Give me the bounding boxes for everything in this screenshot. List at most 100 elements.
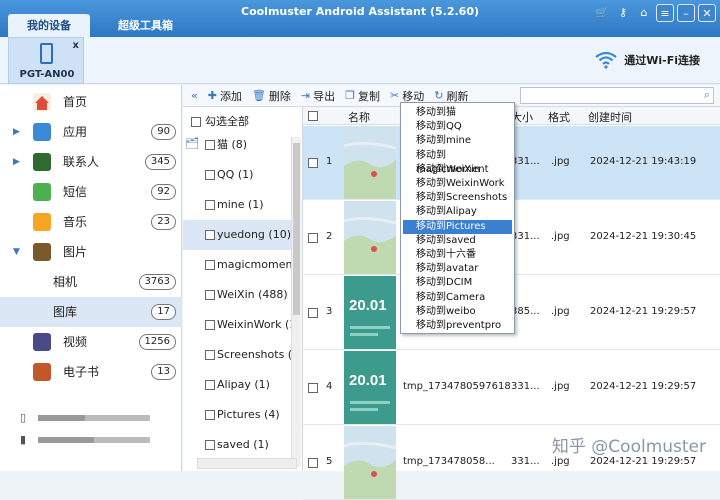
album-checkbox[interactable] (205, 260, 215, 270)
sidebar-item-label: 音乐 (63, 215, 88, 229)
count-badge: 3763 (138, 274, 176, 290)
close-button[interactable]: ✕ (698, 4, 716, 22)
album-item[interactable]: magicmoment (1 (183, 250, 291, 280)
album-checkbox[interactable] (205, 440, 215, 450)
home-icon[interactable]: ⌂ (635, 4, 653, 22)
menu-item[interactable]: 移动到WeixinWork (403, 177, 512, 191)
menu-item[interactable]: 移动到WeiXin (403, 163, 512, 177)
menu-item[interactable]: 移动到Camera (403, 291, 512, 305)
album-checkbox[interactable] (205, 350, 215, 360)
album-item[interactable]: mine (1) (183, 190, 291, 220)
album-checkbox[interactable] (205, 410, 215, 420)
sidebar-item-videos[interactable]: 视频 1256 (0, 327, 182, 357)
sidebar-item-home[interactable]: 首页 (0, 87, 182, 117)
album-checkbox[interactable] (205, 320, 215, 330)
album-item[interactable]: Pictures (4) (183, 400, 291, 430)
menu-item[interactable]: 移动到Alipay (403, 205, 512, 219)
expand-arrow-icon[interactable]: ▶ (13, 147, 20, 177)
photo-thumbnail[interactable]: 20.01 (344, 351, 396, 424)
photo-thumbnail[interactable]: 20.01 (344, 276, 396, 349)
album-hscrollbar[interactable] (197, 458, 297, 469)
search-icon[interactable]: ⌕ (704, 88, 710, 102)
menu-item[interactable]: 移动到saved (403, 234, 512, 248)
menu-item[interactable]: 移动到猫 (403, 106, 512, 120)
cell-size: 331... (511, 231, 540, 242)
album-item[interactable]: yuedong (10) (183, 220, 291, 250)
row-checkbox[interactable] (308, 308, 318, 318)
album-item[interactable]: 猫 (8) (183, 130, 291, 160)
scroll-thumb[interactable] (293, 143, 300, 315)
header-name[interactable]: 名称 (348, 109, 370, 125)
thumbnail-text: 20.01 (349, 297, 387, 314)
collapse-panel-icon[interactable]: « (191, 89, 198, 102)
checkbox[interactable] (191, 117, 201, 127)
cart-icon[interactable]: 🛒 (593, 4, 611, 22)
collapse-arrow-icon[interactable]: ▼ (13, 237, 20, 267)
cell-date: 2024-12-21 19:29:57 (590, 456, 697, 467)
sidebar-item-camera[interactable]: 相机 3763 (0, 267, 182, 297)
key-icon[interactable]: ⚷ (614, 4, 632, 22)
album-item[interactable]: Screenshots (14! (183, 340, 291, 370)
search-input[interactable]: ⌕ (520, 87, 714, 104)
row-checkbox[interactable] (308, 233, 318, 243)
export-button[interactable]: ⇥ 导出 (301, 88, 335, 104)
add-button[interactable]: ✚ 添加 (208, 88, 242, 104)
count-badge: 90 (151, 124, 176, 140)
row-checkbox[interactable] (308, 458, 318, 468)
sidebar-item-contacts[interactable]: ▶ 联系人 345 (0, 147, 182, 177)
sidebar-item-ebooks[interactable]: 电子书 13 (0, 357, 182, 387)
menu-icon[interactable]: ≡ (656, 4, 674, 22)
menu-item[interactable]: 移动到avatar (403, 262, 512, 276)
header-checkbox[interactable] (308, 111, 318, 121)
album-item[interactable]: QQ (1) (183, 160, 291, 190)
minimize-button[interactable]: – (677, 4, 695, 22)
photo-thumbnail[interactable] (344, 201, 396, 274)
album-checkbox[interactable] (205, 140, 215, 150)
menu-item[interactable]: 移动到DCIM (403, 276, 512, 290)
sidebar-item-apps[interactable]: ▶ 应用 90 (0, 117, 182, 147)
window-controls: 🛒 ⚷ ⌂ ≡ – ✕ (593, 4, 716, 22)
album-item[interactable]: saved (1) (183, 430, 291, 460)
copy-icon: ❐ (345, 89, 356, 102)
expand-arrow-icon[interactable]: ▶ (13, 117, 20, 147)
album-scrollbar[interactable] (291, 137, 301, 467)
header-format[interactable]: 格式 (548, 109, 570, 125)
header-created[interactable]: 创建时间 (588, 109, 632, 125)
sidebar-item-photos[interactable]: ▼ 图片 (0, 237, 182, 267)
row-checkbox[interactable] (308, 158, 318, 168)
wifi-connect-button[interactable]: 通过Wi-Fi连接 (594, 51, 700, 69)
copy-button[interactable]: ❐ 复制 (345, 88, 380, 104)
delete-button[interactable]: 🗑 删除 (252, 88, 291, 104)
album-checkbox[interactable] (205, 170, 215, 180)
cell-date: 2024-12-21 19:29:57 (590, 306, 697, 317)
title-bar: 我的设备 超级工具箱 Coolmuster Android Assistant … (0, 0, 720, 37)
album-item[interactable]: Alipay (1) (183, 370, 291, 400)
table-row[interactable]: 4 tmp_1734780597618 331... .jpg 2024-12-21 1… (303, 351, 720, 425)
cell-format: .jpg (551, 231, 570, 242)
menu-item[interactable]: 移动到magicmoment (403, 149, 512, 175)
cell-format: .jpg (551, 381, 570, 392)
menu-item[interactable]: 移动到Pictures (403, 219, 512, 234)
album-checkbox[interactable] (205, 200, 215, 210)
menu-item[interactable]: 移动到mine (403, 134, 512, 148)
album-item[interactable]: WeixinWork (1) (183, 310, 291, 340)
album-checkbox[interactable] (205, 380, 215, 390)
menu-item[interactable]: 移动到weibo (403, 305, 512, 319)
album-label: magicmoment (1 (217, 258, 291, 271)
menu-item[interactable]: 移动到preventpro (403, 319, 512, 333)
album-checkbox[interactable] (205, 230, 215, 240)
menu-item[interactable]: 移动到Screenshots (403, 191, 512, 205)
photo-thumbnail[interactable] (344, 126, 396, 199)
internal-storage-bar: ▯ (20, 411, 160, 424)
sidebar-item-music[interactable]: 音乐 23 (0, 207, 182, 237)
album-item[interactable]: WeiXin (488) (183, 280, 291, 310)
device-tile[interactable]: x PGT-AN00 (8, 37, 84, 84)
sidebar-item-gallery[interactable]: 图库 17 (0, 297, 182, 327)
menu-item[interactable]: 移动到十六番 (403, 248, 512, 262)
row-checkbox[interactable] (308, 383, 318, 393)
disconnect-icon[interactable]: x (73, 40, 79, 51)
photo-thumbnail[interactable] (344, 426, 396, 499)
album-checkbox[interactable] (205, 290, 215, 300)
sidebar-item-sms[interactable]: 短信 92 (0, 177, 182, 207)
menu-item[interactable]: 移动到QQ (403, 120, 512, 134)
